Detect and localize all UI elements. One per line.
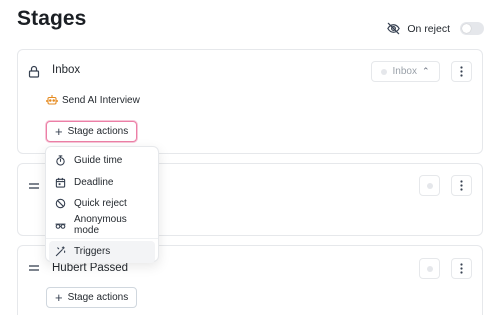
- toggle-knob: [462, 24, 471, 33]
- on-reject-control: On reject: [386, 21, 484, 36]
- status-dot: [426, 265, 433, 272]
- menu-item-guide-time[interactable]: Guide time: [49, 150, 155, 172]
- stage-card-inbox: Inbox Inbox ⌃ Send AI Interview + Stage …: [17, 49, 483, 154]
- stage-status-select[interactable]: [419, 175, 440, 196]
- menu-item-quick-reject[interactable]: Quick reject: [49, 193, 155, 215]
- ban-icon: [55, 198, 66, 209]
- menu-item-deadline[interactable]: Deadline: [49, 172, 155, 194]
- menu-item-label: Triggers: [74, 246, 111, 258]
- stage-status-select[interactable]: [419, 258, 440, 279]
- stage-more-button[interactable]: [451, 61, 472, 82]
- on-reject-toggle[interactable]: [460, 22, 484, 35]
- menu-item-anonymous-mode[interactable]: Anonymous mode: [49, 214, 155, 237]
- status-dot: [426, 182, 433, 189]
- status-dot: [381, 68, 388, 75]
- kebab-icon: [460, 66, 463, 77]
- stage-status-value: Inbox: [392, 66, 417, 77]
- drag-handle-icon[interactable]: [28, 182, 40, 190]
- menu-item-label: Deadline: [74, 176, 114, 188]
- stage-actions-menu: Guide time Deadline Quick reject Anonymo…: [45, 146, 159, 263]
- menu-item-label: Quick reject: [74, 198, 127, 210]
- menu-item-label: Guide time: [74, 155, 123, 167]
- stage-status-select[interactable]: Inbox ⌃: [371, 61, 440, 82]
- menu-divider: [46, 238, 158, 239]
- lock-icon: [28, 65, 40, 78]
- magic-wand-icon: [55, 246, 66, 257]
- stage-actions-button[interactable]: + Stage actions: [46, 287, 138, 308]
- stopwatch-icon: [56, 155, 65, 166]
- kebab-icon: [460, 263, 463, 274]
- stage-actions-label: Stage actions: [67, 126, 129, 137]
- plus-icon: +: [55, 289, 63, 305]
- stage-name: Hubert Passed: [52, 262, 129, 274]
- stage-action-label: Send AI Interview: [62, 94, 140, 106]
- calendar-icon: [55, 177, 66, 188]
- stage-action-item[interactable]: Send AI Interview: [46, 94, 140, 106]
- stage-name: Inbox: [52, 64, 81, 76]
- page-title: Stages: [17, 7, 87, 30]
- stage-more-button[interactable]: [451, 258, 472, 279]
- chevron-updown-icon: ⌃: [421, 66, 430, 76]
- menu-item-label: Anonymous mode: [74, 214, 127, 237]
- stage-more-button[interactable]: [451, 175, 472, 196]
- incognito-icon: [55, 223, 66, 229]
- eye-off-icon: [387, 22, 401, 35]
- drag-handle-icon[interactable]: [28, 264, 40, 272]
- stage-actions-label: Stage actions: [67, 292, 129, 303]
- plus-icon: +: [55, 123, 63, 139]
- kebab-icon: [460, 180, 463, 191]
- robot-icon: [46, 95, 58, 105]
- on-reject-label: On reject: [407, 22, 450, 35]
- stage-actions-button[interactable]: + Stage actions: [46, 121, 138, 142]
- menu-item-triggers[interactable]: Triggers: [49, 241, 155, 263]
